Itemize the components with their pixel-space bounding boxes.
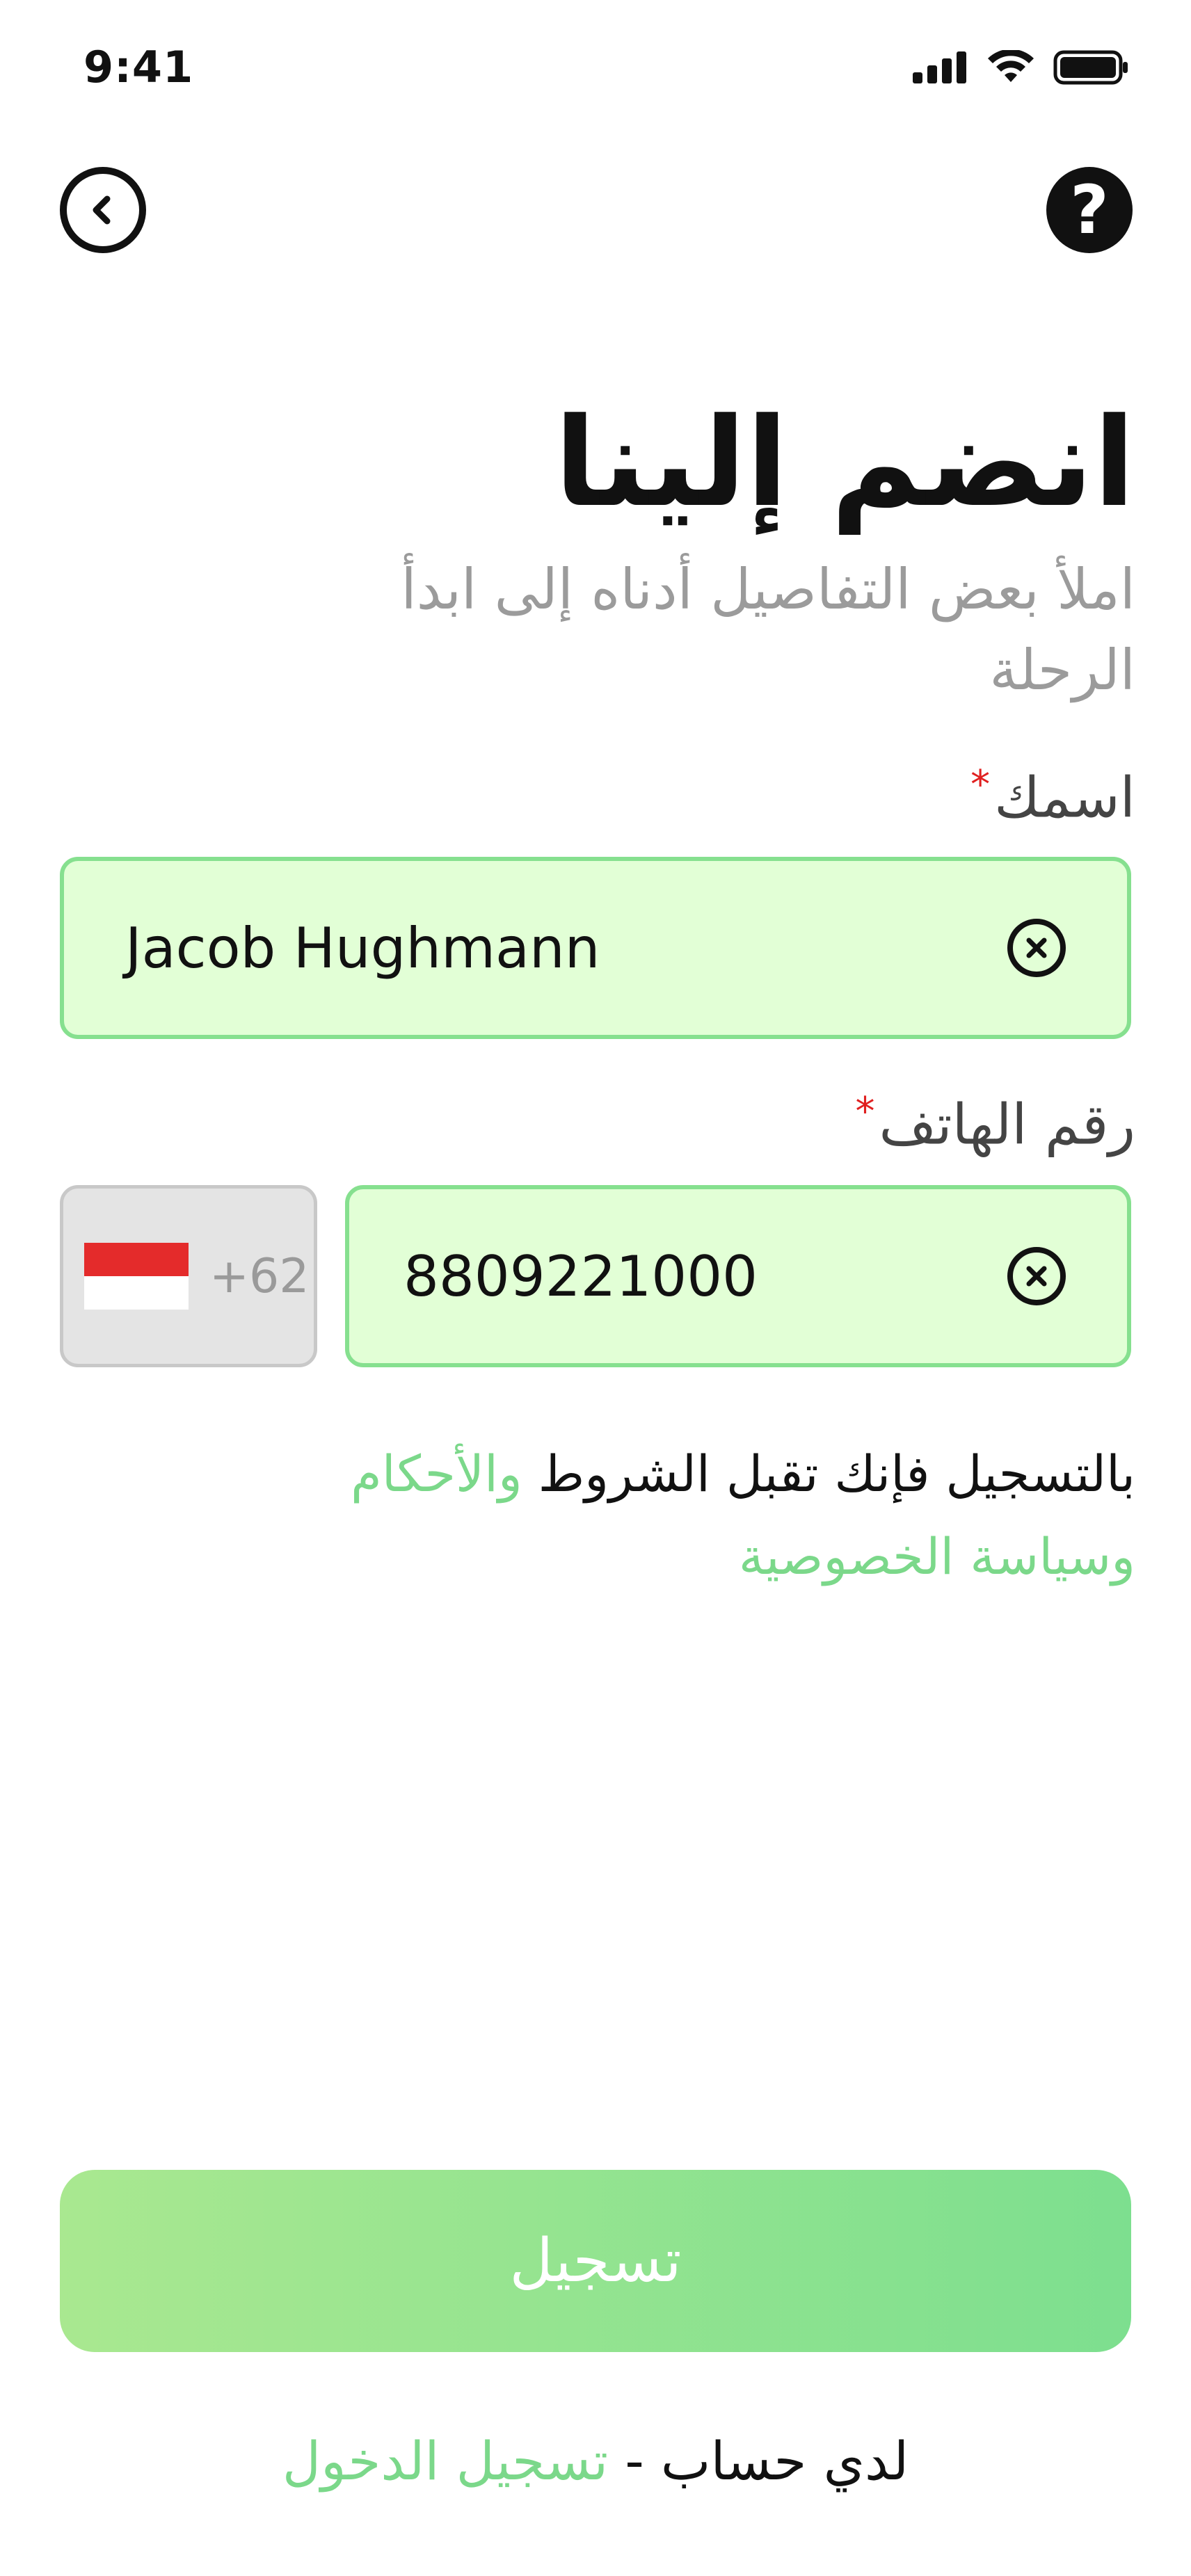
back-button[interactable] bbox=[60, 167, 146, 253]
status-icons bbox=[913, 50, 1130, 85]
clear-phone-button[interactable] bbox=[1007, 1247, 1066, 1305]
terms-prefix: بالتسجيل فإنك تقبل الشروط bbox=[522, 1444, 1135, 1503]
page-subtitle: املأ بعض التفاصيل أدناه إلى ابدأ الرحلة bbox=[401, 557, 1135, 702]
required-mark: * bbox=[855, 1089, 875, 1134]
battery-icon bbox=[1053, 50, 1128, 85]
login-prompt-text: لدي حساب - bbox=[608, 2430, 909, 2492]
indonesia-flag-icon bbox=[84, 1243, 189, 1310]
wifi-icon bbox=[988, 50, 1034, 82]
page-title: انضم إلينا bbox=[554, 392, 1135, 534]
register-button-label: تسجيل bbox=[509, 2226, 682, 2296]
question-mark-icon: ? bbox=[1070, 171, 1109, 249]
help-button[interactable]: ? bbox=[1046, 167, 1133, 253]
close-icon bbox=[1026, 937, 1047, 958]
signal-icon bbox=[913, 51, 966, 83]
close-icon bbox=[1026, 1266, 1047, 1287]
status-time: 9:41 bbox=[83, 42, 194, 92]
required-mark: * bbox=[970, 762, 991, 807]
country-code-selector[interactable]: +62 bbox=[60, 1185, 317, 1367]
name-input[interactable]: Jacob Hughmann bbox=[60, 857, 1131, 1039]
chevron-left-icon bbox=[93, 195, 111, 225]
phone-label: رقم الهاتف* bbox=[856, 1088, 1135, 1159]
register-button[interactable]: تسجيل bbox=[60, 2170, 1131, 2352]
terms-link[interactable]: والأحكام bbox=[351, 1444, 522, 1503]
dial-code: +62 bbox=[209, 1248, 310, 1304]
name-label-text: اسمك bbox=[994, 765, 1135, 830]
login-link[interactable]: تسجيل الدخول bbox=[282, 2430, 608, 2492]
privacy-link[interactable]: وسياسة الخصوصية bbox=[739, 1527, 1135, 1586]
phone-label-text: رقم الهاتف bbox=[879, 1092, 1135, 1157]
login-prompt: لدي حساب - تسجيل الدخول bbox=[0, 2430, 1191, 2492]
status-bar: 9:41 bbox=[0, 0, 1191, 139]
clear-name-button[interactable] bbox=[1007, 919, 1066, 977]
name-label: اسمك* bbox=[970, 762, 1135, 832]
terms-text: بالتسجيل فإنك تقبل الشروط والأحكام وسياس… bbox=[266, 1433, 1135, 1598]
name-input-value: Jacob Hughmann bbox=[125, 915, 600, 981]
phone-input[interactable]: 8809221000 bbox=[345, 1185, 1131, 1367]
phone-input-value: 8809221000 bbox=[403, 1243, 758, 1309]
